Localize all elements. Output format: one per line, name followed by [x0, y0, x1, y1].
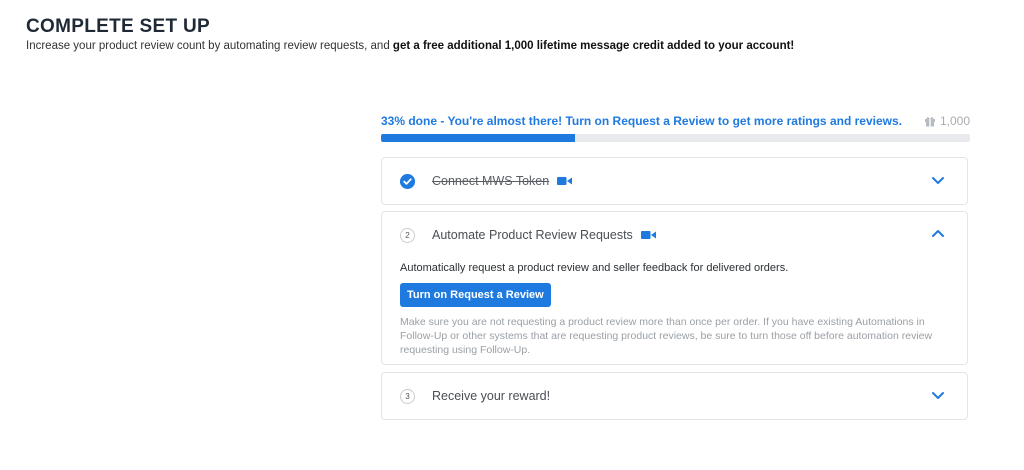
chevron-down-icon[interactable] — [931, 175, 945, 185]
step-title-text: Automate Product Review Requests — [432, 228, 633, 242]
step-title: Automate Product Review Requests — [432, 228, 656, 242]
step-body: Automatically request a product review a… — [400, 262, 937, 357]
video-camera-icon[interactable] — [640, 230, 656, 240]
progress-bar-fill — [381, 134, 576, 142]
subtitle-text: Increase your product review count by au… — [26, 40, 393, 52]
progress-section: 33% done - You're almost there! Turn on … — [381, 114, 970, 142]
step-card-receive-reward[interactable]: 3 Receive your reward! — [381, 372, 968, 420]
step-title: Receive your reward! — [432, 389, 550, 403]
step-number-badge: 3 — [400, 389, 415, 404]
turn-on-request-review-button[interactable]: Turn on Request a Review — [400, 283, 551, 307]
page-subtitle: Increase your product review count by au… — [26, 40, 794, 52]
page-title: COMPLETE SET UP — [26, 16, 210, 37]
step-card-automate-reviews: 2 Automate Product Review Requests Autom… — [381, 211, 968, 365]
step-header[interactable]: 2 Automate Product Review Requests — [382, 212, 967, 258]
step-number-badge: 2 — [400, 228, 415, 243]
checkmark-circle-icon — [400, 174, 415, 189]
reward-count: 1,000 — [924, 114, 970, 128]
step-header[interactable]: 3 Receive your reward! — [382, 373, 967, 419]
step-title: Connect MWS Token — [432, 174, 573, 188]
reward-count-value: 1,000 — [939, 114, 970, 128]
subtitle-bold-text: get a free additional 1,000 lifetime mes… — [392, 40, 795, 52]
chevron-up-icon[interactable] — [931, 229, 945, 239]
step-header[interactable]: Connect MWS Token — [382, 158, 967, 204]
progress-bar — [381, 134, 970, 142]
progress-text: 33% done - You're almost there! Turn on … — [381, 114, 902, 128]
step-title-text: Connect MWS Token — [432, 174, 550, 188]
step-description: Automatically request a product review a… — [400, 262, 789, 274]
step-title-text: Receive your reward! — [432, 389, 551, 403]
chevron-down-icon[interactable] — [931, 390, 945, 400]
gift-icon — [924, 117, 935, 127]
step-note: Make sure you are not requesting a produ… — [400, 316, 933, 356]
step-card-connect-mws[interactable]: Connect MWS Token — [381, 157, 968, 205]
video-camera-icon[interactable] — [557, 176, 573, 186]
